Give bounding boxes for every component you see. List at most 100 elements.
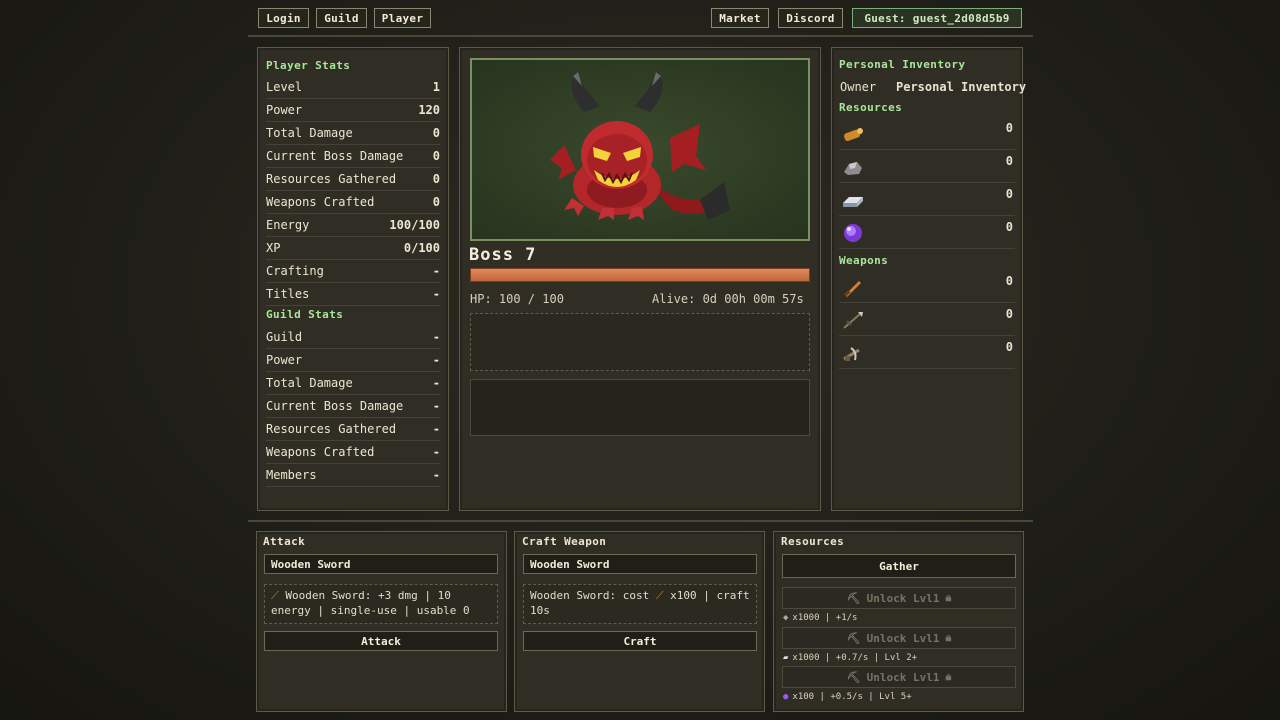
gem-small-icon: ● (783, 692, 789, 702)
guild-stat-row: Guild - (266, 326, 440, 349)
lock-icon: 🔒︎ (945, 591, 952, 604)
guest-account-button[interactable]: Guest: guest_2d08d5b9 (852, 8, 1022, 28)
iron-ingot-icon (843, 197, 863, 207)
owner-label: Owner (840, 80, 877, 94)
player-stat-label: Current Boss Damage (266, 149, 404, 163)
player-stat-value: 120 (418, 103, 440, 117)
wooden-sword-icon (844, 281, 861, 297)
inventory-item[interactable]: 0 (839, 270, 1015, 303)
player-stat-row: Energy 100/100 (266, 214, 440, 237)
player-stat-value: 1 (432, 80, 440, 94)
gather-button[interactable]: Gather (782, 554, 1016, 578)
unlock-iron-button[interactable]: ⛏ Unlock Lvl1 🔒︎ (782, 627, 1016, 649)
player-stat-label: Crafting (266, 264, 324, 278)
stone-ore-icon (844, 162, 862, 175)
attack-info-text: Wooden Sword: +3 dmg | 10 energy | singl… (271, 589, 470, 617)
battle-log (470, 379, 810, 436)
discord-button[interactable]: Discord (778, 8, 843, 28)
pickaxe-icon: ⛏ (846, 591, 861, 605)
player-stat-row: Weapons Crafted 0 (266, 191, 440, 214)
guild-stat-label: Resources Gathered (266, 422, 397, 436)
unlock-gem-info: ● x100 | +0.5/s | Lvl 5+ (783, 692, 912, 702)
guild-stat-label: Current Boss Damage (266, 399, 404, 413)
bottom-divider (248, 520, 1033, 522)
boss-portrait[interactable] (470, 58, 810, 241)
guild-stat-label: Power (266, 353, 303, 367)
player-stat-label: Energy (266, 218, 310, 232)
guild-stat-row: Resources Gathered - (266, 418, 440, 441)
boss-hp-text: HP: 100 / 100 (470, 292, 564, 306)
attack-weapon-select[interactable]: Wooden Sword (264, 554, 498, 574)
unlock-gem-button[interactable]: ⛏ Unlock Lvl1 🔒︎ (782, 666, 1016, 688)
player-stat-value: 0 (432, 149, 440, 163)
resources-panel-title: Resources (781, 535, 845, 548)
player-stat-value: 0 (432, 195, 440, 209)
purple-gem-icon (844, 224, 862, 242)
attack-button[interactable]: Attack (264, 631, 498, 651)
inventory-title: Personal Inventory (839, 58, 966, 71)
guild-stat-value: - (432, 376, 440, 390)
unlock-stone-button[interactable]: ⛏ Unlock Lvl1 🔒︎ (782, 587, 1016, 609)
owner-value: Personal Inventory (896, 80, 1027, 94)
iron-small-icon: ▰ (783, 653, 789, 663)
guild-stat-row: Weapons Crafted - (266, 441, 440, 464)
player-stat-row: Total Damage 0 (266, 122, 440, 145)
player-stat-row: Resources Gathered 0 (266, 168, 440, 191)
stats-panel: Player Stats Level 1 Power 120 Total Damage 0… (257, 47, 449, 511)
guild-stats-title: Guild Stats (266, 308, 344, 321)
player-stat-row: Level 1 (266, 76, 440, 99)
attack-weapon-info: ⟋ Wooden Sword: +3 dmg | 10 energy | sin… (264, 584, 498, 624)
wood-log-icon (844, 128, 863, 141)
player-stat-label: Weapons Crafted (266, 195, 375, 209)
player-stat-row: Titles - (266, 283, 440, 306)
boss-alive-timer: Alive: 0d 00h 00m 57s (652, 292, 804, 306)
craft-cost-label: Wooden Sword: cost (530, 589, 650, 602)
guild-stat-value: - (432, 330, 440, 344)
inventory-item[interactable]: 0 (839, 336, 1015, 369)
guild-stat-row: Current Boss Damage - (266, 395, 440, 418)
unlock-stone-info: ◆ x1000 | +1/s (783, 613, 858, 623)
craft-button[interactable]: Craft (523, 631, 757, 651)
login-button[interactable]: Login (258, 8, 309, 28)
guild-stat-label: Total Damage (266, 376, 353, 390)
spear-icon (843, 312, 863, 329)
player-stat-value: 0/100 (403, 241, 440, 255)
player-stat-label: Resources Gathered (266, 172, 397, 186)
guild-stat-row: Total Damage - (266, 372, 440, 395)
wood-log-small-icon: ⟋ (655, 589, 664, 602)
player-stat-row: Crafting - (266, 260, 440, 283)
guild-stat-label: Weapons Crafted (266, 445, 375, 459)
weapons-title: Weapons (839, 254, 889, 267)
player-stat-value: - (432, 287, 440, 301)
boss-status-box (470, 313, 810, 371)
sword-small-icon: ⟋ (271, 589, 279, 602)
guild-button[interactable]: Guild (316, 8, 367, 28)
craft-weapon-info: Wooden Sword: cost ⟋ x100 | craft 10s (523, 584, 757, 624)
inventory-item[interactable]: 0 (839, 117, 1015, 150)
market-button[interactable]: Market (711, 8, 769, 28)
boss-hp-fill (471, 269, 809, 281)
craft-weapon-select[interactable]: Wooden Sword (523, 554, 757, 574)
demon-boss-sprite (550, 70, 730, 220)
player-stat-label: Level (266, 80, 303, 94)
boss-name: Boss 7 (469, 245, 537, 265)
player-stat-label: Power (266, 103, 303, 117)
pickaxe-icon: ⛏ (846, 631, 861, 645)
guild-stat-row: Members - (266, 464, 440, 487)
guild-stat-value: - (432, 399, 440, 413)
player-stat-row: XP 0/100 (266, 237, 440, 260)
player-button[interactable]: Player (374, 8, 431, 28)
guild-stat-label: Guild (266, 330, 303, 344)
inventory-item[interactable]: 0 (839, 150, 1015, 183)
boss-hp-bar (470, 268, 810, 282)
player-stat-row: Power 120 (266, 99, 440, 122)
inventory-item[interactable]: 0 (839, 303, 1015, 336)
lock-icon: 🔒︎ (945, 631, 952, 644)
guild-stat-label: Members (266, 468, 317, 482)
lock-icon: 🔒︎ (945, 670, 952, 683)
resources-title: Resources (839, 101, 903, 114)
inventory-item[interactable]: 0 (839, 183, 1015, 216)
player-stat-value: - (432, 264, 440, 278)
inventory-item[interactable]: 0 (839, 216, 1015, 249)
attack-title: Attack (263, 535, 306, 548)
